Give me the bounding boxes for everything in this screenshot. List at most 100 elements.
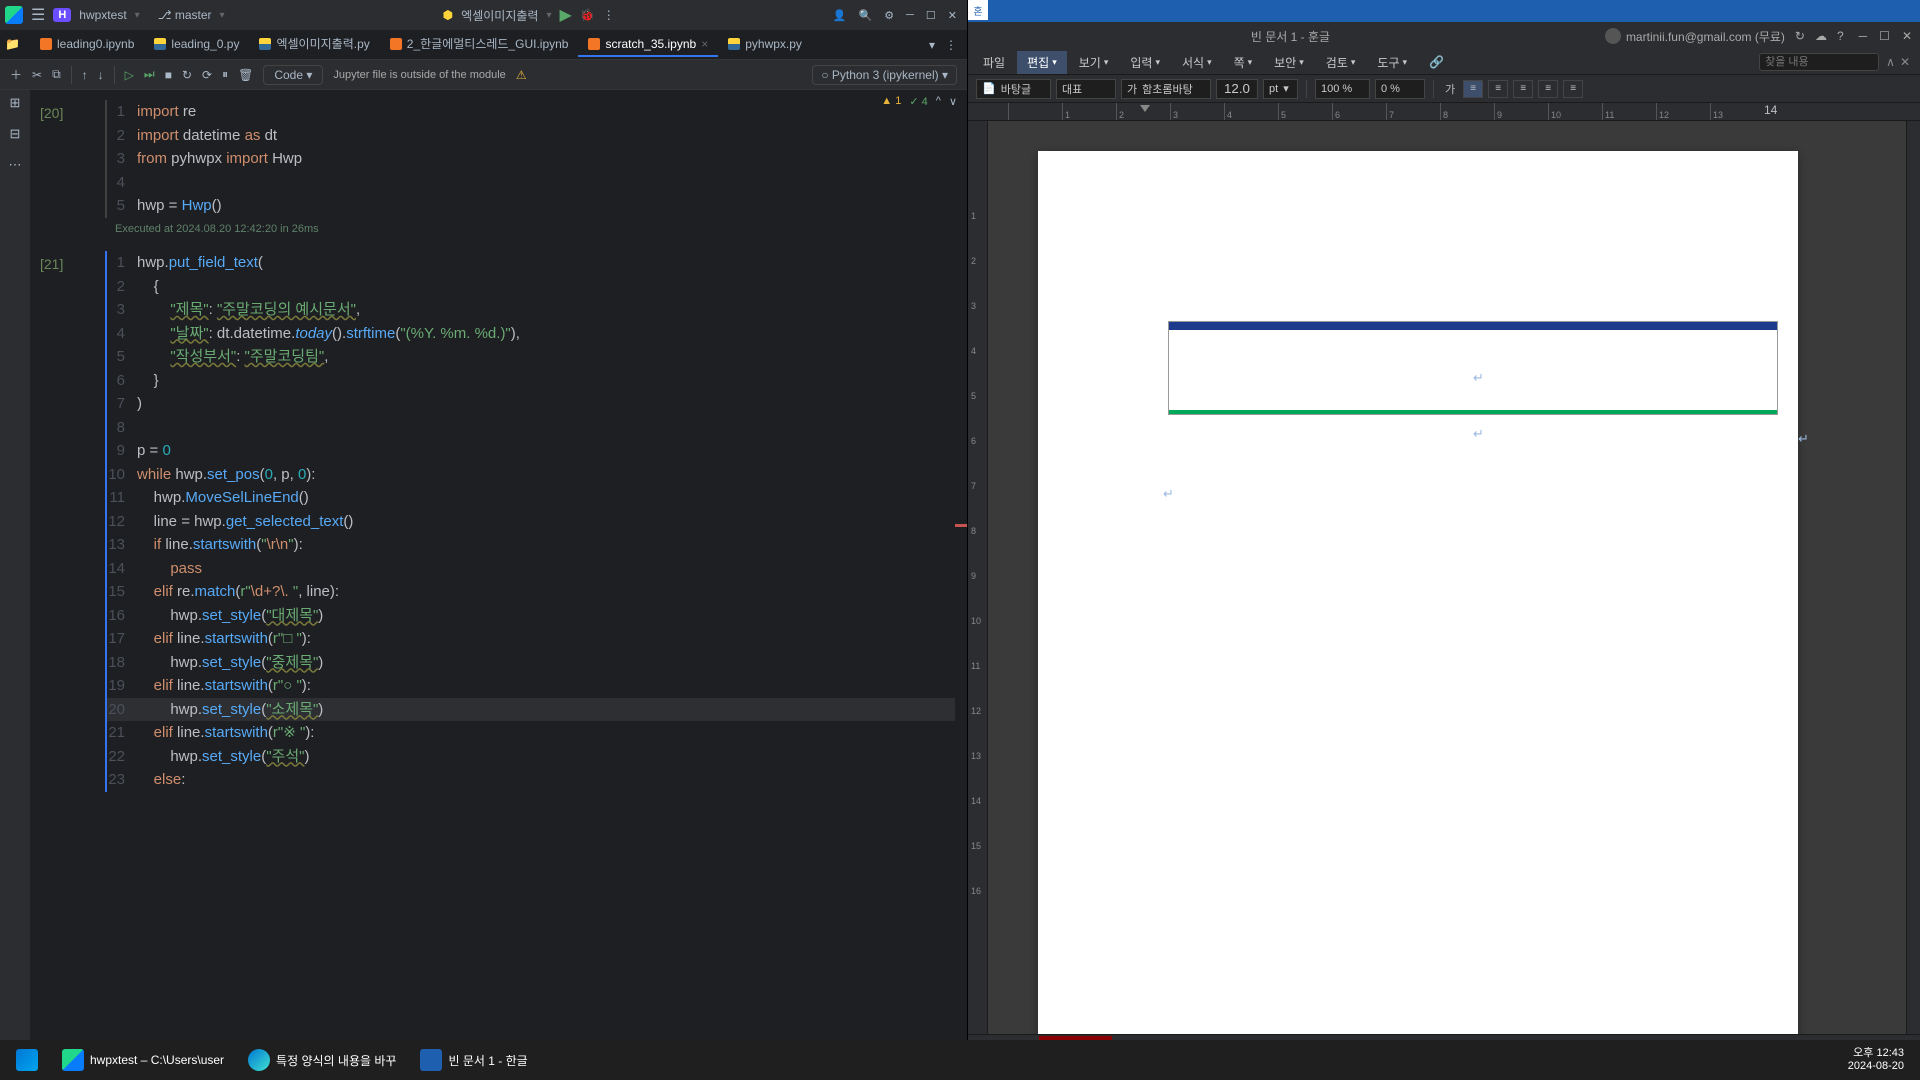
chevron-down-icon[interactable]: ▾	[220, 10, 225, 21]
horizontal-ruler[interactable]: 12 345 678 91011 121314	[968, 103, 1920, 121]
paragraph-mark-icon: ↵	[1473, 370, 1484, 386]
more-icon[interactable]: ⋮	[603, 8, 615, 22]
cut-icon[interactable]: ✂	[32, 68, 42, 82]
start-button[interactable]	[8, 1045, 46, 1075]
zoom-dropdown[interactable]: 100 %	[1315, 79, 1370, 99]
menu-security[interactable]: 보안 ▾	[1264, 51, 1314, 74]
restart-run-icon[interactable]: ⟳	[202, 68, 212, 82]
bookmarks-icon[interactable]: ⊟	[10, 126, 21, 142]
menu-view[interactable]: 보기 ▾	[1069, 51, 1119, 74]
maximize-icon[interactable]: ☐	[1879, 29, 1890, 43]
taskbar-clock[interactable]: 오후 12:43 2024-08-20	[1840, 1047, 1912, 1073]
tab-leading_0[interactable]: leading_0.py	[144, 33, 249, 57]
chevron-down-icon[interactable]: ▾	[546, 10, 551, 21]
more-icon[interactable]: ⋯	[9, 157, 22, 173]
hangul-app-icon[interactable]: 혼	[968, 0, 988, 20]
project-tool-icon[interactable]: 📁	[5, 37, 20, 52]
spacing-dropdown[interactable]: 0 %	[1375, 79, 1425, 99]
chevron-icon[interactable]: ^	[936, 95, 941, 108]
git-branch[interactable]: ⎇ master	[158, 8, 212, 22]
maximize-icon[interactable]: ☐	[926, 9, 936, 22]
taskbar-hangul[interactable]: 빈 문서 1 - 한글	[412, 1045, 535, 1075]
align-right-icon[interactable]: ≡	[1513, 80, 1533, 98]
structure-icon[interactable]: ⊞	[10, 95, 21, 111]
style-dropdown[interactable]: 📄 바탕글	[976, 79, 1051, 99]
run-all-icon[interactable]: ⏭	[144, 67, 155, 82]
menu-tools[interactable]: 도구 ▾	[1367, 51, 1417, 74]
menu-file[interactable]: 파일	[973, 51, 1015, 74]
document-canvas[interactable]: ↵ ↵ ↵ ↵	[988, 121, 1906, 1034]
run-config[interactable]: 엑셀이미지출력	[461, 7, 538, 24]
user-info[interactable]: martinii.fun@gmail.com (무료)	[1605, 28, 1785, 45]
cell-type-dropdown[interactable]: Code ▾	[263, 65, 323, 85]
close-tab-icon[interactable]: ×	[701, 37, 708, 51]
debug-icon[interactable]: 🐞	[580, 8, 595, 22]
project-name[interactable]: hwpxtest	[79, 8, 126, 22]
problems-indicator[interactable]: ▲ 1 ✓ 4 ^ ∨	[881, 95, 957, 108]
editor[interactable]: ▲ 1 ✓ 4 ^ ∨ [20] 1import re 2import date…	[30, 90, 967, 1055]
move-up-icon[interactable]: ↑	[82, 68, 88, 82]
copy-icon[interactable]: ⧉	[52, 67, 61, 82]
vertical-scrollbar[interactable]	[1906, 121, 1920, 1034]
document-table[interactable]: ↵	[1168, 321, 1778, 415]
align-distribute-icon[interactable]: ≡	[1563, 80, 1583, 98]
unit-dropdown[interactable]: pt ▾	[1263, 79, 1298, 99]
move-down-icon[interactable]: ↓	[98, 68, 104, 82]
paragraph-mark-icon: ↵	[1798, 431, 1809, 447]
rep-dropdown[interactable]: 대표	[1056, 79, 1116, 99]
stop-icon[interactable]: ■	[165, 68, 172, 82]
close-icon[interactable]: ✕	[1900, 55, 1910, 69]
interpreter-dropdown[interactable]: ○ Python 3 (ipykernel) ▾	[812, 65, 957, 85]
tab-leading0[interactable]: leading0.ipynb	[30, 33, 144, 57]
python-icon	[154, 38, 166, 50]
taskbar-pycharm[interactable]: hwpxtest – C:\Users\user	[54, 1045, 232, 1075]
settings-icon[interactable]: ⚙	[884, 9, 894, 22]
restart-icon[interactable]: ↻	[182, 68, 192, 82]
menu-input[interactable]: 입력 ▾	[1120, 51, 1170, 74]
add-cell-icon[interactable]: ＋	[10, 66, 22, 83]
help-icon[interactable]: ?	[1837, 29, 1844, 43]
tab-pyhwpx[interactable]: pyhwpx.py	[718, 33, 812, 57]
menu-page[interactable]: 쪽 ▾	[1224, 51, 1263, 74]
close-icon[interactable]: ✕	[1902, 29, 1912, 43]
project-badge[interactable]: H	[53, 8, 71, 22]
sync-icon[interactable]: ↻	[1795, 29, 1805, 43]
tab-excel[interactable]: 엑셀이미지출력.py	[249, 31, 379, 58]
minimap[interactable]	[955, 90, 967, 1055]
font-size-input[interactable]	[1216, 79, 1258, 99]
menu-edit[interactable]: 편집 ▾	[1017, 51, 1067, 74]
vertical-ruler[interactable]: 12 34 56 78 910 1112 1314 1516	[968, 121, 988, 1034]
minimize-icon[interactable]: ─	[906, 9, 914, 22]
delete-icon[interactable]: 🗑	[238, 68, 253, 82]
align-center-icon[interactable]: ≡	[1488, 80, 1508, 98]
chevron-icon[interactable]: ∨	[949, 95, 957, 108]
search-icon[interactable]: 🔍	[859, 9, 873, 22]
chevron-down-icon[interactable]: ▾	[929, 38, 935, 52]
align-left-icon[interactable]: ≡	[1463, 80, 1483, 98]
chevron-down-icon[interactable]: ▾	[135, 10, 140, 21]
menu-addon[interactable]: 🔗	[1419, 52, 1454, 72]
font-dropdown[interactable]: 가 함초롬바탕	[1121, 79, 1211, 99]
search-input[interactable]	[1759, 53, 1879, 71]
warning-icon: ⚠	[516, 68, 527, 82]
run-icon[interactable]: ▶	[559, 5, 571, 25]
document-page[interactable]: ↵ ↵ ↵ ↵	[1038, 151, 1798, 1034]
code-cell-20: [20] 1import re 2import datetime as dt 3…	[30, 100, 967, 246]
close-icon[interactable]: ✕	[948, 9, 957, 22]
minimize-icon[interactable]: ─	[1859, 29, 1868, 43]
pycharm-logo-icon	[5, 6, 23, 24]
menu-review[interactable]: 검토 ▾	[1316, 51, 1366, 74]
run-cell-icon[interactable]: ▷	[125, 68, 134, 82]
cloud-icon[interactable]: ☁	[1815, 29, 1827, 43]
code-with-me-icon[interactable]: 👤	[833, 9, 847, 22]
collapse-icon[interactable]: ∧	[1886, 55, 1895, 69]
main-menu-icon[interactable]: ☰	[31, 5, 45, 25]
tab-scratch35[interactable]: scratch_35.ipynb×	[578, 33, 718, 57]
align-justify-icon[interactable]: ≡	[1538, 80, 1558, 98]
taskbar-edge[interactable]: 특정 양식의 내용을 바꾸	[240, 1045, 404, 1075]
more-icon[interactable]: ⋮	[945, 38, 957, 52]
tab-hangul-gui[interactable]: 2_한글에멀티스레드_GUI.ipynb	[380, 31, 579, 58]
interrupt-icon[interactable]: ⏸	[222, 67, 228, 82]
menu-format[interactable]: 서식 ▾	[1172, 51, 1222, 74]
hangul-tabbar: 혼	[968, 0, 1920, 22]
